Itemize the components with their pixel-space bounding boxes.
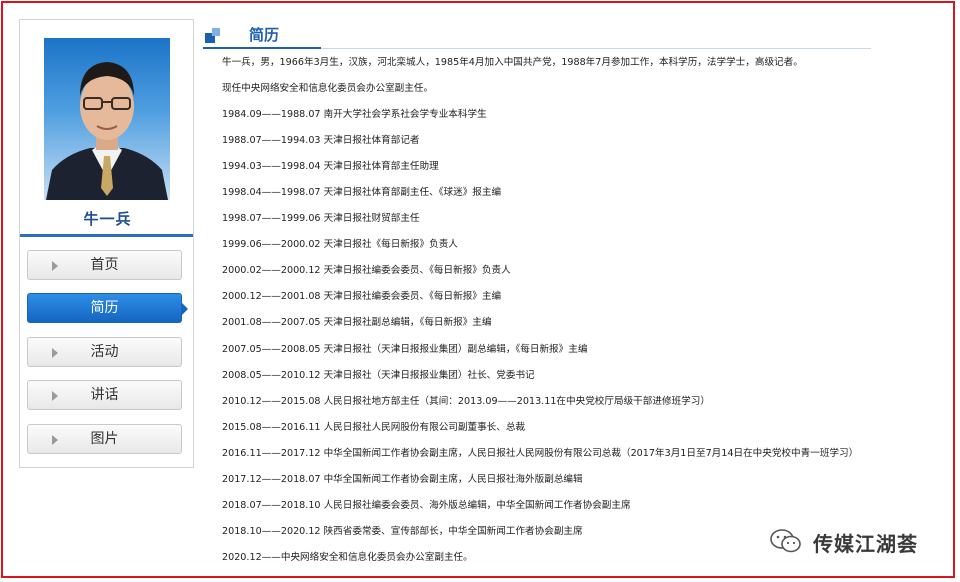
section-rule [321,48,871,49]
watermark-text: 传媒江湖荟 [813,532,918,556]
profile-photo [44,38,170,200]
nav-item-activities[interactable]: 活动 [27,337,182,367]
nav-label: 首页 [90,257,119,273]
bio-line: 现任中央网络安全和信息化委员会办公室副主任。 [222,83,434,94]
bio-line: 2010.12——2015.08 人民日报社地方部主任（其间：2013.09——… [222,396,710,407]
bio-line: 2000.02——2000.12 天津日报社编委会委员、《每日新报》负责人 [222,265,511,276]
section-title: 简历 [249,26,280,44]
bio-line: 牛一兵，男，1966年3月生，汉族，河北栾城人，1985年4月加入中国共产党，1… [222,57,803,68]
name-divider [20,234,193,237]
wechat-icon [770,529,801,553]
profile-panel: 牛一兵 首页 简历 活动 讲话 图片 [19,19,194,468]
bio-line: 2017.12——2018.07 中华全国新闻工作者协会副主席，人民日报社海外版… [222,474,583,485]
bio-line: 2007.05——2008.05 天津日报社（天津日报报业集团）副总编辑，《每日… [222,344,588,355]
bio-line: 2008.05——2010.12 天津日报社（天津日报报业集团）社长、党委书记 [222,370,535,381]
bio-line: 2020.12——中央网络安全和信息化委员会办公室副主任。 [222,552,473,563]
bio-line: 1998.04——1998.07 天津日报社体育部副主任、《球迷》报主编 [222,187,502,198]
nav-label: 简历 [90,300,119,316]
bio-line: 2016.11——2017.12 中华全国新闻工作者协会副主席，人民日报社人民网… [222,448,859,459]
nav-item-home[interactable]: 首页 [27,250,182,280]
watermark: 传媒江湖荟 [769,526,939,556]
section-underline [203,47,321,49]
bio-line: 1984.09——1988.07 南开大学社会学系社会学专业本科学生 [222,109,487,120]
profile-name: 牛一兵 [83,210,132,228]
bio-line: 1988.07——1994.03 天津日报社体育部记者 [222,135,420,146]
section-header: 简历 [203,20,871,50]
bio-line: 2015.08——2016.11 人民日报社人民网股份有限公司副董事长、总裁 [222,422,526,433]
section-icon [205,28,221,44]
bio-line: 2000.12——2001.08 天津日报社编委会委员、《每日新报》主编 [222,291,502,302]
nav-label: 图片 [90,431,119,447]
nav-label: 活动 [90,344,119,360]
portrait-image [46,62,168,200]
bio-line: 2018.07——2018.10 人民日报社编委会委员、海外版总编辑，中华全国新… [222,500,631,511]
nav-item-speeches[interactable]: 讲话 [27,380,182,410]
active-pointer-icon [182,303,188,315]
nav-label: 讲话 [90,387,119,403]
bio-line: 2001.08——2007.05 天津日报社副总编辑，《每日新报》主编 [222,317,492,328]
bio-line: 1998.07——1999.06 天津日报社财贸部主任 [222,213,420,224]
nav-item-resume[interactable]: 简历 [27,293,188,323]
bio-line: 2018.10——2020.12 陕西省委常委、宣传部部长，中华全国新闻工作者协… [222,526,583,537]
bio-line: 1994.03——1998.04 天津日报社体育部主任助理 [222,161,439,172]
bio-line: 1999.06——2000.02 天津日报社《每日新报》负责人 [222,239,458,250]
nav-item-photos[interactable]: 图片 [27,424,182,454]
